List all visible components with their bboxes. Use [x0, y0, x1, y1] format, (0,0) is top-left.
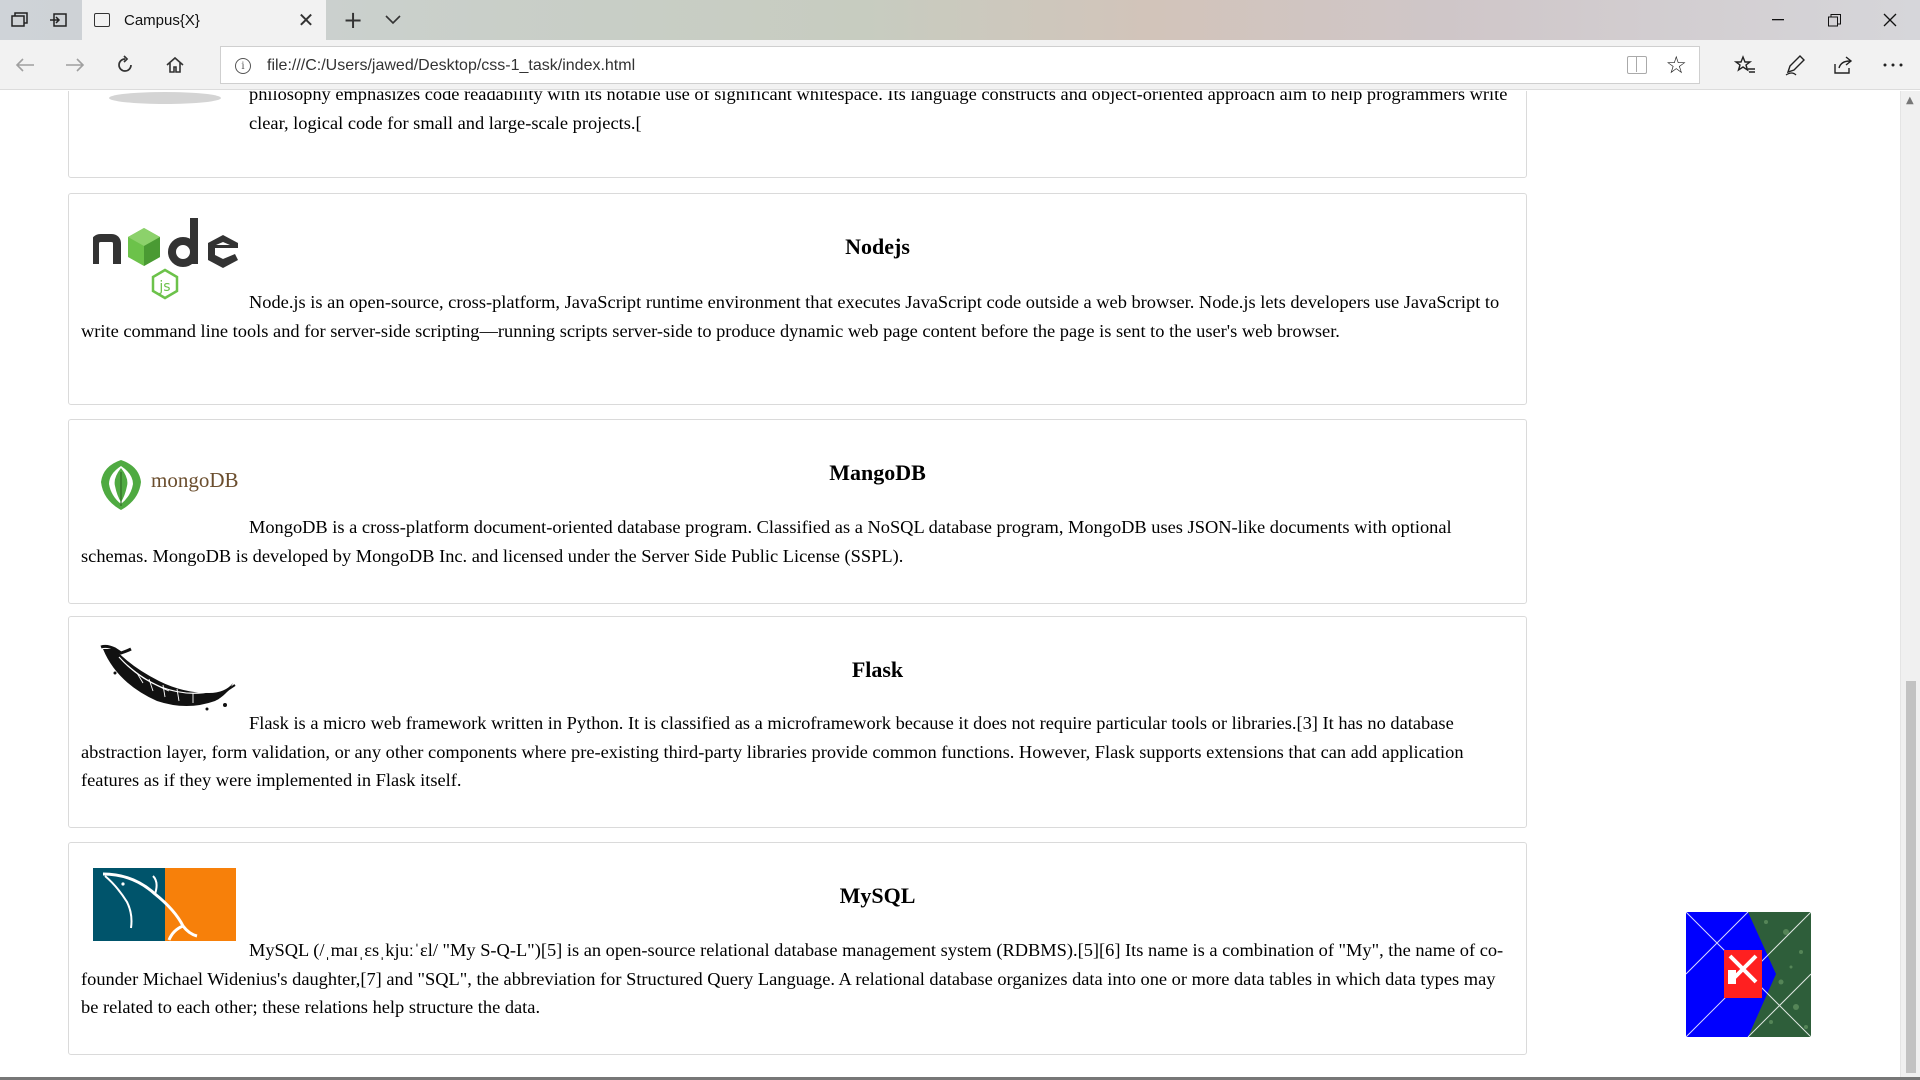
reading-view-icon[interactable]: [1627, 56, 1647, 74]
share-icon[interactable]: [1826, 48, 1860, 82]
close-icon[interactable]: ✕: [294, 8, 318, 32]
card-mysql: MySQL MySQL (/ˌmaɪˌɛsˌkjuːˈɛl/ "My S-Q-L…: [68, 842, 1527, 1055]
page-icon: [94, 13, 110, 27]
scroll-up-icon[interactable]: ▲: [1906, 95, 1914, 106]
address-bar[interactable]: i file:///C:/Users/jawed/Desktop/css-1_t…: [220, 46, 1700, 84]
browser-tab[interactable]: Campus{X} ✕: [82, 0, 326, 40]
card-title: Flask: [851, 657, 904, 682]
page-viewport: philosophy emphasizes code readability w…: [0, 91, 1900, 1078]
plus-icon[interactable]: +: [338, 6, 368, 34]
card-text: MySQL (/ˌmaɪˌɛsˌkjuːˈɛl/ "My S-Q-L")[5] …: [81, 940, 1504, 1017]
scrollbar-thumb[interactable]: [1906, 681, 1916, 1073]
more-icon[interactable]: [1876, 48, 1910, 82]
tabs-aside-icon[interactable]: [6, 6, 34, 34]
restore-tabs-icon[interactable]: [44, 6, 72, 34]
card-nodejs: js Nodejs Node.js is an open-source, cro…: [68, 193, 1527, 405]
forward-arrow-icon[interactable]: [58, 48, 92, 82]
floating-badge[interactable]: [1686, 912, 1811, 1037]
card-title: MangoDB: [829, 460, 926, 485]
card-text: MongoDB is a cross-platform document-ori…: [81, 517, 1452, 566]
card-flask: Flask Flask is a micro web framework wri…: [68, 616, 1527, 828]
back-arrow-icon[interactable]: [8, 48, 42, 82]
restore-button[interactable]: [1806, 0, 1862, 40]
card-text: Node.js is an open-source, cross-platfor…: [81, 292, 1500, 341]
python-logo: [105, 91, 225, 109]
card-title: MySQL: [839, 883, 916, 908]
favorites-list-icon[interactable]: [1728, 48, 1762, 82]
card-title: Nodejs: [845, 234, 910, 259]
url-text[interactable]: file:///C:/Users/jawed/Desktop/css-1_tas…: [267, 57, 635, 75]
chevron-down-icon[interactable]: [378, 6, 408, 34]
card-text: Flask is a micro web framework written i…: [81, 713, 1464, 790]
navigation-bar: i file:///C:/Users/jawed/Desktop/css-1_t…: [0, 40, 1920, 90]
tab-title: Campus{X}: [124, 11, 200, 29]
window-close-button[interactable]: [1862, 0, 1918, 40]
card-text: philosophy emphasizes code readability w…: [249, 91, 1508, 133]
refresh-icon[interactable]: [108, 48, 142, 82]
star-icon[interactable]: ☆: [1665, 51, 1687, 79]
vertical-scrollbar[interactable]: ▲: [1900, 91, 1920, 1078]
info-icon[interactable]: i: [235, 58, 251, 74]
minimize-button[interactable]: [1750, 0, 1806, 40]
home-icon[interactable]: [158, 48, 192, 82]
tab-bar: Campus{X} ✕ +: [0, 0, 1920, 40]
pen-icon[interactable]: [1778, 48, 1812, 82]
card-python: philosophy emphasizes code readability w…: [68, 91, 1527, 178]
card-mongodb: mongoDB MangoDB MongoDB is a cross-platf…: [68, 419, 1527, 604]
